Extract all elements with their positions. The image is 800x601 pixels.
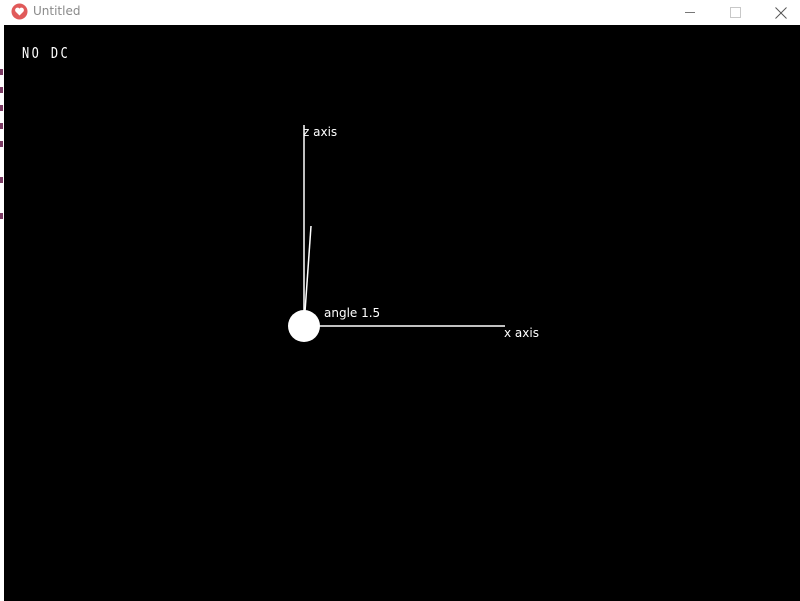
minimize-icon — [684, 12, 695, 13]
minimize-button[interactable] — [667, 0, 713, 25]
maximize-button[interactable] — [712, 0, 758, 25]
scene-graphics — [288, 125, 505, 342]
pendulum-bob — [288, 310, 320, 342]
close-button[interactable] — [758, 0, 800, 25]
render-canvas[interactable]: NO DC z axis x axis angle 1.5 — [4, 25, 800, 601]
x-axis-label: x axis — [504, 326, 539, 340]
maximize-icon — [729, 7, 741, 18]
z-axis-label: z axis — [303, 125, 338, 139]
angle-readout: angle 1.5 — [324, 306, 381, 320]
window-title: Untitled — [33, 4, 81, 18]
heart-app-icon — [11, 3, 28, 20]
hud-status-text: NO DC — [22, 44, 71, 62]
close-icon — [775, 6, 787, 19]
title-bar: Untitled — [0, 0, 800, 25]
